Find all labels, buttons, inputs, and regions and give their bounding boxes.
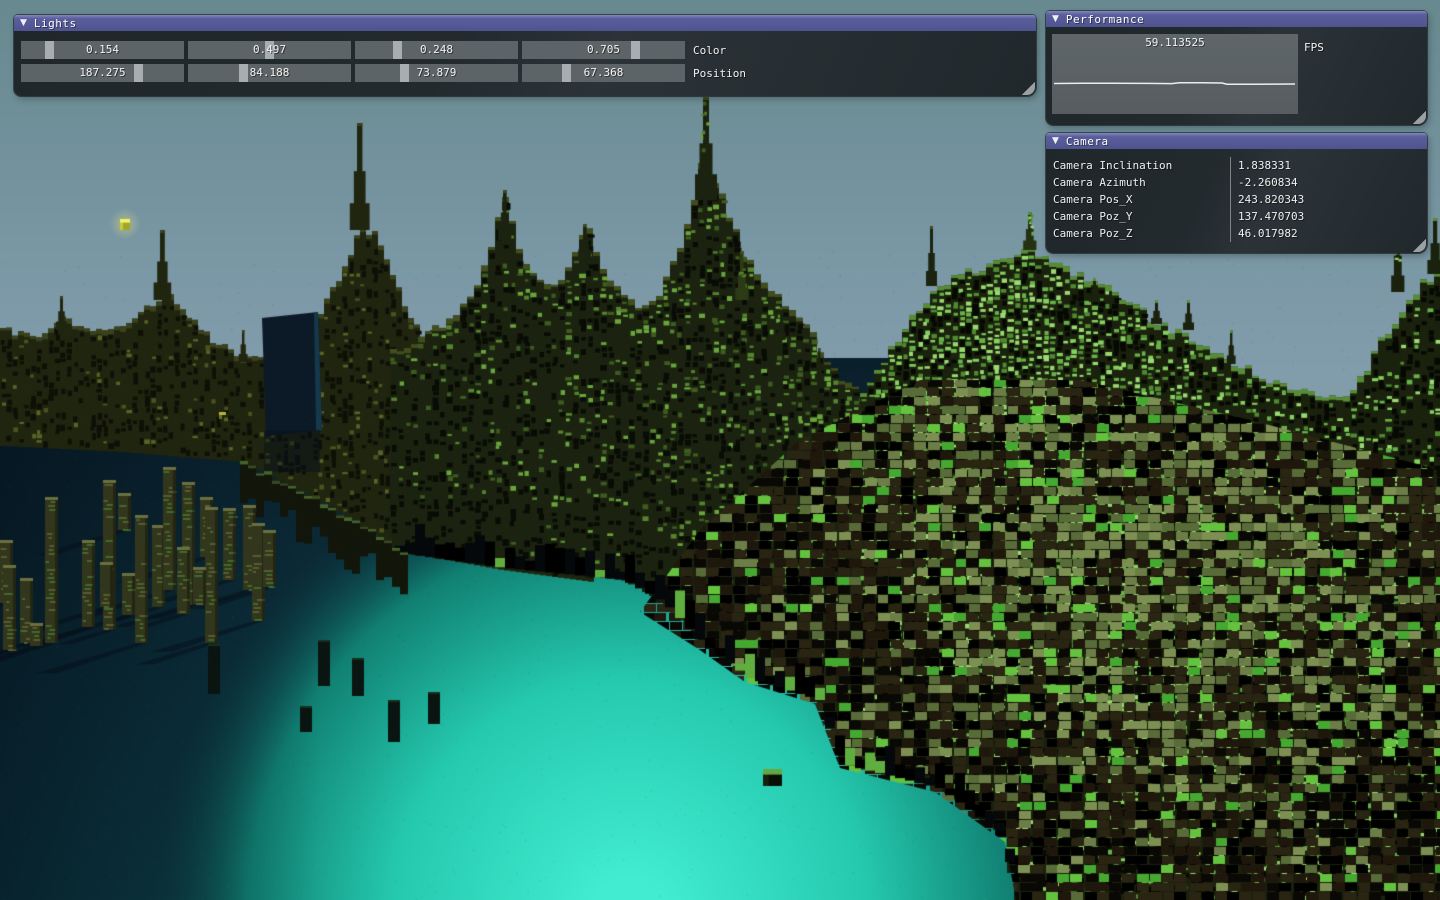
- camera-pos-x-value: 243.820343: [1230, 191, 1427, 208]
- camera-pos-z-label: Camera Poz_Z: [1046, 227, 1230, 240]
- panel-title: Camera: [1066, 135, 1109, 148]
- slider-value: 0.497: [188, 41, 351, 59]
- table-row: Camera Poz_Y 137.470703: [1046, 208, 1427, 225]
- camera-pos-x-label: Camera Pos_X: [1046, 193, 1230, 206]
- slider-value: 0.705: [522, 41, 685, 59]
- slider-position-3[interactable]: 67.368: [522, 64, 685, 82]
- fps-line: [1054, 83, 1295, 85]
- slider-color-1[interactable]: 0.497: [188, 41, 351, 59]
- panel-lights-titlebar[interactable]: ▼ Lights: [14, 15, 1036, 31]
- slider-position-1[interactable]: 84.188: [188, 64, 351, 82]
- panel-title: Performance: [1066, 13, 1144, 26]
- color-row-label: Color: [693, 44, 726, 57]
- slider-color-3[interactable]: 0.705: [522, 41, 685, 59]
- panel-performance-titlebar[interactable]: ▼ Performance: [1046, 11, 1427, 27]
- resize-grip-icon[interactable]: [1412, 110, 1426, 124]
- resize-grip-icon[interactable]: [1412, 238, 1426, 252]
- slider-value: 0.248: [355, 41, 518, 59]
- resize-grip-icon[interactable]: [1021, 81, 1035, 95]
- collapse-icon[interactable]: ▼: [1052, 14, 1059, 24]
- table-row: Camera Inclination 1.838331: [1046, 157, 1427, 174]
- slider-color-2[interactable]: 0.248: [355, 41, 518, 59]
- slider-color-0[interactable]: 0.154: [21, 41, 184, 59]
- collapse-icon[interactable]: ▼: [20, 18, 27, 28]
- position-row-label: Position: [693, 67, 746, 80]
- slider-value: 84.188: [188, 64, 351, 82]
- panel-camera: ▼ Camera Camera Inclination 1.838331 Cam…: [1046, 133, 1427, 253]
- fps-value: 59.113525: [1052, 36, 1298, 49]
- camera-pos-y-value: 137.470703: [1230, 208, 1427, 225]
- camera-inclination-label: Camera Inclination: [1046, 159, 1230, 172]
- slider-value: 67.368: [522, 64, 685, 82]
- camera-pos-y-label: Camera Poz_Y: [1046, 210, 1230, 223]
- slider-position-2[interactable]: 73.879: [355, 64, 518, 82]
- panel-title: Lights: [34, 17, 77, 30]
- camera-inclination-value: 1.838331: [1230, 157, 1427, 174]
- slider-value: 187.275: [21, 64, 184, 82]
- panel-performance: ▼ Performance 59.113525 FPS: [1046, 11, 1427, 125]
- lights-color-row: 0.154 0.497 0.248 0.705 Color: [21, 41, 1036, 59]
- camera-azimuth-label: Camera Azimuth: [1046, 176, 1230, 189]
- table-row: Camera Azimuth -2.260834: [1046, 174, 1427, 191]
- fps-label: FPS: [1304, 41, 1324, 54]
- camera-azimuth-value: -2.260834: [1230, 174, 1427, 191]
- fps-graph: 59.113525: [1052, 34, 1298, 114]
- slider-value: 0.154: [21, 41, 184, 59]
- collapse-icon[interactable]: ▼: [1052, 136, 1059, 146]
- panel-lights: ▼ Lights 0.154 0.497 0.248 0.705 Color 1…: [14, 15, 1036, 96]
- lights-position-row: 187.275 84.188 73.879 67.368 Position: [21, 64, 1036, 82]
- table-row: Camera Pos_X 243.820343: [1046, 191, 1427, 208]
- camera-pos-z-value: 46.017982: [1230, 225, 1427, 242]
- camera-readouts: Camera Inclination 1.838331 Camera Azimu…: [1046, 149, 1427, 242]
- slider-position-0[interactable]: 187.275: [21, 64, 184, 82]
- table-row: Camera Poz_Z 46.017982: [1046, 225, 1427, 242]
- panel-camera-titlebar[interactable]: ▼ Camera: [1046, 133, 1427, 149]
- slider-value: 73.879: [355, 64, 518, 82]
